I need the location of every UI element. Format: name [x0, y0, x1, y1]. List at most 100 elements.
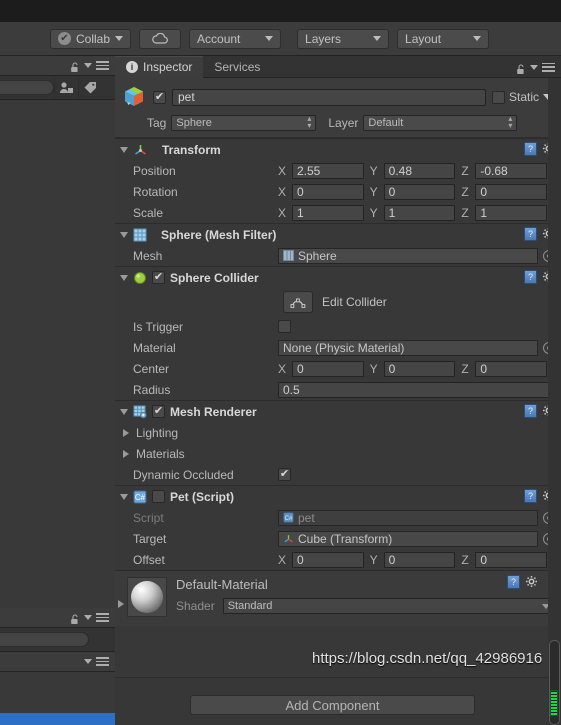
- lighting-label: Lighting: [136, 425, 179, 440]
- lock-icon[interactable]: [70, 612, 80, 624]
- chevron-down-icon[interactable]: [84, 615, 92, 620]
- rotation-x-input[interactable]: 0: [292, 183, 364, 200]
- center-z-input[interactable]: 0: [475, 360, 548, 377]
- foldout-icon[interactable]: [120, 274, 128, 281]
- lock-icon[interactable]: [70, 60, 80, 72]
- foldout-icon[interactable]: [120, 493, 128, 500]
- tab-services[interactable]: Services: [203, 56, 271, 78]
- account-button[interactable]: Account: [189, 28, 282, 49]
- component-mesh-renderer-header[interactable]: Mesh Renderer ?: [115, 401, 561, 422]
- add-component-button[interactable]: Add Component: [190, 695, 475, 715]
- foldout-icon[interactable]: [120, 408, 128, 415]
- radius-input[interactable]: 0.5: [278, 381, 553, 398]
- help-book-icon[interactable]: ?: [524, 404, 537, 418]
- chevron-down-icon[interactable]: [530, 64, 538, 70]
- mesh-renderer-materials-foldout[interactable]: Materials: [115, 443, 561, 464]
- lock-icon[interactable]: [516, 62, 526, 74]
- hamburger-menu-icon[interactable]: [542, 62, 555, 72]
- sphere-collider-enabled-checkbox[interactable]: [152, 271, 165, 284]
- svg-text:C#: C#: [135, 493, 146, 502]
- hierarchy-search-input[interactable]: [0, 80, 54, 95]
- edit-collider-icon[interactable]: [283, 291, 313, 313]
- shader-label: Shader: [176, 599, 215, 613]
- position-y-input[interactable]: 0.48: [383, 162, 456, 179]
- rotation-y-input[interactable]: 0: [383, 183, 456, 200]
- cs-script-icon: C#: [133, 490, 147, 504]
- help-book-icon[interactable]: ?: [507, 575, 520, 589]
- gameobject-tag-layer-row: Tag Sphere ▴ ▾ Layer Default ▴ ▾: [121, 115, 553, 131]
- left-panel-group: [0, 56, 115, 725]
- material-preview-block: Default-Material Shader Standard ?: [115, 570, 561, 626]
- dynamic-occluded-checkbox[interactable]: [278, 468, 291, 481]
- inspector-tabbar: i Inspector Services: [115, 55, 561, 78]
- status-selection-bar[interactable]: [0, 713, 115, 725]
- mesh-value: Sphere: [298, 248, 337, 263]
- component-transform-header[interactable]: Transform ?: [115, 139, 561, 160]
- hierarchy-list[interactable]: [0, 100, 115, 608]
- tab-inspector[interactable]: i Inspector: [115, 55, 204, 78]
- offset-z-input[interactable]: 0: [475, 551, 548, 568]
- help-book-icon[interactable]: ?: [524, 142, 537, 156]
- component-sphere-collider-header[interactable]: Sphere Collider ?: [115, 267, 561, 288]
- unity-editor-window: ✔ Collab Account Layers Layout i Inspect…: [0, 0, 561, 725]
- physic-material-field[interactable]: None (Physic Material): [278, 339, 538, 356]
- axis-z-label: Z: [461, 184, 469, 199]
- project-search-input[interactable]: [0, 632, 89, 647]
- cloud-icon: [152, 33, 168, 44]
- is-trigger-checkbox[interactable]: [278, 320, 291, 333]
- chevron-down-icon[interactable]: [84, 659, 92, 664]
- layers-button[interactable]: Layers: [297, 28, 390, 49]
- target-object-field[interactable]: Cube (Transform): [278, 530, 538, 547]
- row-label: Rotation: [133, 184, 178, 199]
- position-x-input[interactable]: 2.55: [292, 162, 364, 179]
- foldout-icon[interactable]: [120, 231, 128, 238]
- gear-icon[interactable]: [525, 575, 539, 589]
- cloud-button[interactable]: [139, 28, 182, 49]
- hamburger-menu-icon[interactable]: [96, 613, 109, 622]
- collider-material-row: Material None (Physic Material): [115, 337, 561, 358]
- rotation-z-input[interactable]: 0: [475, 183, 548, 200]
- scale-y-input[interactable]: 1: [383, 204, 456, 221]
- gameobject-name-input[interactable]: pet: [172, 88, 486, 106]
- foldout-icon[interactable]: [120, 146, 128, 153]
- mesh-renderer-lighting-foldout[interactable]: Lighting: [115, 422, 561, 443]
- component-mesh-filter-header[interactable]: Sphere (Mesh Filter) ?: [115, 224, 561, 245]
- tag-dropdown[interactable]: Sphere ▴ ▾: [171, 115, 317, 131]
- layer-dropdown[interactable]: Default ▴ ▾: [363, 115, 518, 131]
- mesh-icon: [283, 250, 294, 261]
- help-book-icon[interactable]: ?: [524, 489, 537, 503]
- offset-y-input[interactable]: 0: [383, 551, 456, 568]
- static-label: Static: [508, 90, 539, 104]
- axis-y-label: Y: [369, 163, 378, 178]
- mesh-object-field[interactable]: Sphere: [278, 247, 538, 264]
- help-book-icon[interactable]: ?: [524, 227, 537, 241]
- inspector-scrollbar[interactable]: [548, 78, 561, 725]
- static-checkbox[interactable]: [491, 90, 505, 104]
- pet-script-enabled-checkbox[interactable]: [152, 490, 165, 503]
- offset-x-input[interactable]: 0: [292, 551, 364, 568]
- mesh-renderer-enabled-checkbox[interactable]: [152, 405, 165, 418]
- chevron-down-icon[interactable]: [84, 63, 92, 68]
- create-object-icon[interactable]: [54, 76, 78, 99]
- layout-button[interactable]: Layout: [397, 28, 490, 49]
- component-pet-script-header[interactable]: C# Pet (Script) ?: [115, 486, 561, 507]
- vector3-field: X 1 Y 1 Z 1: [278, 204, 561, 221]
- position-z-input[interactable]: -0.68: [475, 162, 548, 179]
- axis-x-label: X: [278, 361, 287, 376]
- hierarchy-panel-header: [0, 56, 115, 76]
- hamburger-menu-icon[interactable]: [96, 61, 109, 70]
- gameobject-enabled-checkbox[interactable]: [153, 90, 166, 104]
- center-y-input[interactable]: 0: [383, 360, 456, 377]
- center-x-input[interactable]: 0: [292, 360, 364, 377]
- layers-label: Layers: [305, 31, 342, 46]
- shader-dropdown[interactable]: Standard: [222, 598, 555, 614]
- collab-button[interactable]: ✔ Collab: [50, 28, 132, 49]
- scale-x-input[interactable]: 1: [292, 204, 364, 221]
- console-list[interactable]: [0, 672, 115, 713]
- hamburger-menu-icon[interactable]: [96, 657, 109, 666]
- inspector-footer: Add Component https://blog.csdn.net/qq_4…: [115, 650, 561, 725]
- help-book-icon[interactable]: ?: [524, 270, 537, 284]
- scale-z-input[interactable]: 1: [475, 204, 548, 221]
- tag-icon[interactable]: [78, 76, 102, 99]
- material-foldout[interactable]: [115, 571, 127, 626]
